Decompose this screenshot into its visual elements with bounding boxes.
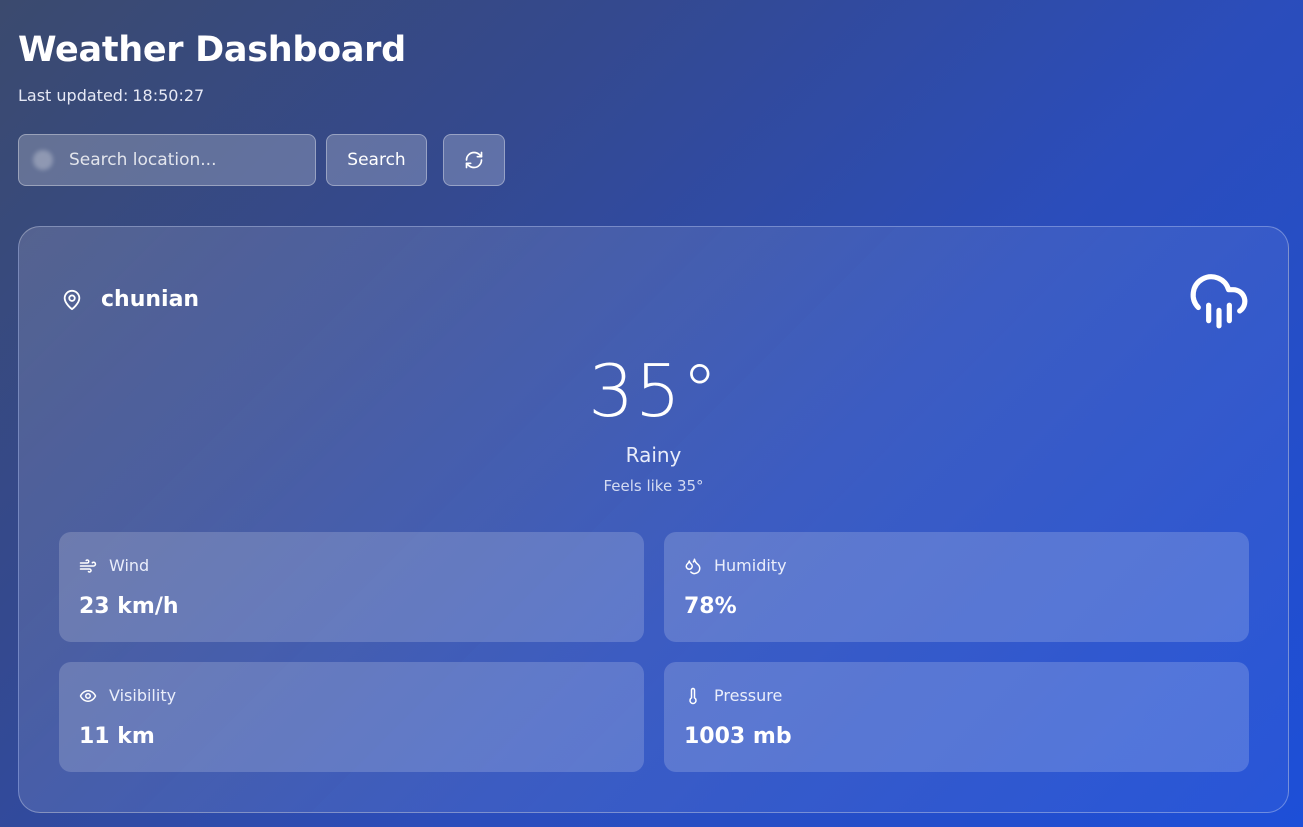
cloud-rain-icon — [1190, 274, 1248, 329]
stat-humidity-value: 78% — [684, 594, 737, 619]
stat-pressure-label-row: Pressure — [684, 686, 782, 705]
stat-visibility: Visibility 11 km — [59, 662, 644, 772]
stat-visibility-label: Visibility — [109, 686, 177, 705]
thermometer-icon — [689, 687, 697, 704]
feels-like: Feels like 35° — [603, 477, 704, 495]
search-controls: Search — [18, 134, 505, 186]
temperature: 35° — [588, 349, 719, 433]
page-title: Weather Dashboard — [18, 30, 406, 70]
header: Weather Dashboard Last updated: 18:50:27 — [18, 30, 406, 105]
refresh-icon — [465, 151, 483, 169]
droplets-icon — [685, 558, 701, 574]
stat-pressure: Pressure 1003 mb — [664, 662, 1249, 772]
stat-wind-label: Wind — [109, 556, 150, 575]
stat-visibility-value: 11 km — [79, 724, 155, 749]
stat-pressure-label: Pressure — [714, 686, 783, 705]
stat-wind-value: 23 km/h — [79, 594, 179, 619]
location-name: chunian — [101, 287, 200, 312]
map-pin-icon — [63, 289, 81, 310]
stat-humidity-label: Humidity — [714, 556, 787, 575]
eye-icon — [79, 689, 97, 702]
search-box[interactable] — [18, 134, 316, 186]
search-input[interactable] — [69, 150, 299, 170]
location-row: chunian — [61, 287, 199, 312]
stat-wind-label-row: Wind — [79, 556, 149, 575]
last-updated: Last updated: 18:50:27 — [18, 86, 406, 105]
refresh-button[interactable] — [443, 134, 505, 186]
wind-icon — [79, 558, 97, 573]
stat-wind: Wind 23 km/h — [59, 532, 644, 642]
last-updated-time: 18:50:27 — [132, 86, 205, 105]
weather-card: chunian 35° Rainy Feels like 35° Wind 23… — [18, 226, 1289, 813]
condition: Rainy — [625, 443, 682, 467]
stat-visibility-label-row: Visibility — [79, 686, 176, 705]
stat-humidity: Humidity 78% — [664, 532, 1249, 642]
last-updated-label: Last updated: — [18, 86, 129, 105]
temperature-block: 35° Rainy Feels like 35° — [19, 355, 1288, 495]
stat-pressure-value: 1003 mb — [684, 724, 792, 749]
search-button[interactable]: Search — [326, 134, 427, 186]
stat-humidity-label-row: Humidity — [684, 556, 787, 575]
search-icon — [33, 150, 53, 170]
